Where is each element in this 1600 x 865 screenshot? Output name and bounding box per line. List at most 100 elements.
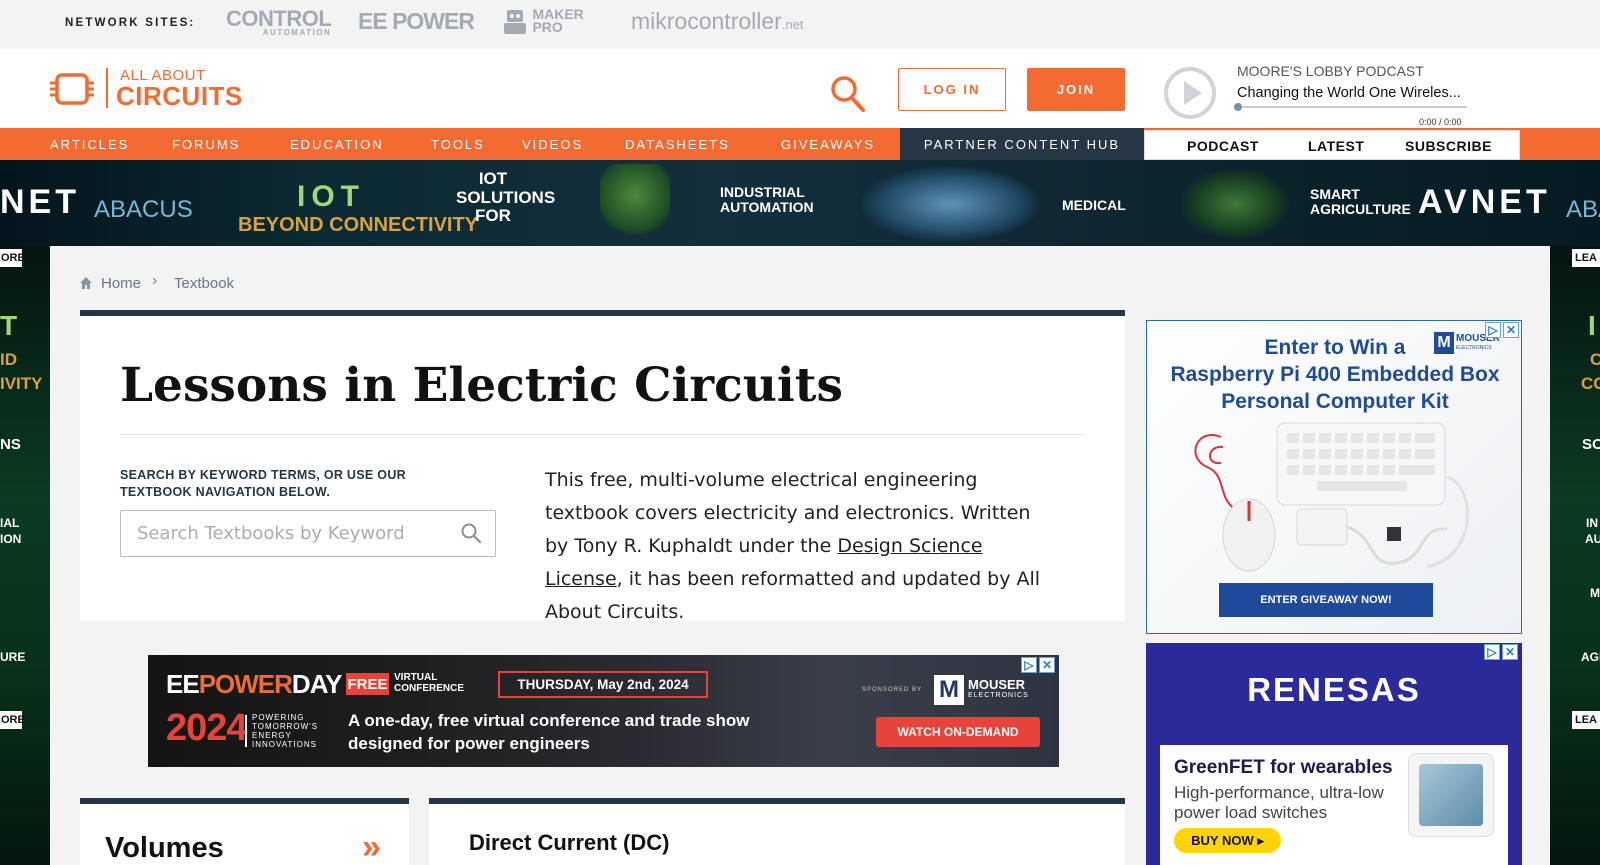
ad-ee-brand: EEPOWERDAY <box>166 669 343 700</box>
ad-renesas-buy-button[interactable]: BUY NOW ▸ <box>1174 828 1281 853</box>
home-icon[interactable] <box>80 277 92 289</box>
wearable-product-image <box>1419 764 1483 826</box>
control-automation-logo[interactable]: CONTROL AUTOMATION <box>226 6 332 37</box>
banner-agri-line2: AGRICULTURE <box>1310 201 1411 218</box>
breadcrumb-home[interactable]: Home <box>101 275 141 292</box>
ad-ee-text: EE <box>166 669 200 699</box>
nav-videos[interactable]: VIDEOS <box>522 137 583 152</box>
banner-avnet-left: NET <box>0 183 80 221</box>
banner-ind-line1: INDUSTRIAL <box>720 184 805 200</box>
rail-left-ns: NS <box>0 436 21 453</box>
join-button[interactable]: JOIN <box>1027 68 1125 111</box>
network-sites-label: NETWORK SITES: <box>65 17 196 29</box>
mouser-logo-icon: M <box>1434 332 1454 354</box>
search-icon[interactable] <box>829 74 867 114</box>
ad-choices-icon[interactable]: ▷ <box>1484 644 1500 660</box>
nav-partner-content-hub[interactable]: PARTNER CONTENT HUB <box>900 128 1144 160</box>
breadcrumb-textbook[interactable]: Textbook <box>174 275 234 292</box>
ad-line1: A one-day, free virtual conference and t… <box>348 711 750 730</box>
ad-renesas-brand: RENESAS <box>1247 671 1421 708</box>
tab-latest[interactable]: LATEST <box>1308 138 1364 154</box>
ad-tag2: TOMORROW'S <box>252 722 319 731</box>
banner-agriculture: SMART AGRICULTURE <box>1310 186 1411 218</box>
volumes-card: Volumes » <box>80 798 409 865</box>
ad-rpi-line3: Personal Computer Kit <box>1221 390 1449 413</box>
desc-part2: , it has been reformatted and updated by… <box>545 568 1041 623</box>
maker-pro-logo[interactable]: MAKER PRO <box>502 6 584 36</box>
podcast-time: 0:00 / 0:00 <box>1419 117 1462 127</box>
rail-right-in: IN <box>1586 516 1598 530</box>
podcast-play-icon[interactable] <box>1163 66 1217 120</box>
ad-free-badge: FREE <box>346 673 389 695</box>
tab-podcast[interactable]: PODCAST <box>1187 138 1259 154</box>
chevron-right-icon: › <box>152 272 158 289</box>
banner-abacus-left: ABACUS <box>94 196 193 223</box>
search-label: SEARCH BY KEYWORD TERMS, OR USE OUR TEXT… <box>120 468 406 499</box>
rail-right-i: I <box>1588 310 1596 341</box>
renesas-ad[interactable]: RENESAS GreenFET for wearables High-perf… <box>1146 643 1522 865</box>
banner-industrial: INDUSTRIAL AUTOMATION <box>720 184 814 216</box>
podcast-label: MOORE'S LOBBY PODCAST <box>1237 63 1424 79</box>
rail-right-so: SO <box>1582 436 1600 453</box>
ad-rpi-mouser-sub: ELECTRONICS <box>1456 345 1492 351</box>
banner-abacus-right: ABA <box>1566 196 1600 223</box>
nav-tools[interactable]: TOOLS <box>431 137 485 152</box>
mikrocontroller-net-text: .net <box>781 17 804 32</box>
rail-left-ure: URE <box>0 650 26 664</box>
raspberry-pi-giveaway-ad[interactable]: Enter to Win a Raspberry Pi 400 Embedded… <box>1146 320 1522 634</box>
logo-divider <box>106 68 108 108</box>
agriculture-illustration <box>1180 168 1290 240</box>
rail-right-c: C <box>1590 350 1600 369</box>
rail-left-t: T <box>0 310 18 341</box>
nav-education[interactable]: EDUCATION <box>290 137 384 152</box>
ee-power-day-ad[interactable]: EEPOWERDAY 2024 POWERING TOMORROW'S ENER… <box>148 655 1059 767</box>
ad-choices-icon[interactable]: ▷ <box>1485 322 1501 338</box>
banner-iot-solutions: IOT SOLUTIONS FOR <box>456 169 555 226</box>
raspberry-pi-kit-image <box>1194 422 1469 572</box>
rail-left-id: ID <box>0 350 17 369</box>
textbook-search-input[interactable] <box>120 510 496 557</box>
left-rail-ad[interactable]: ORE T ID IVITY NS IAL ION URE ORE <box>0 246 50 865</box>
rail-right-tag-top: LEA <box>1572 249 1600 267</box>
ad-mouser: MOUSER <box>968 677 1026 692</box>
ad-close-icon[interactable]: ✕ <box>1039 657 1055 673</box>
nav-forums[interactable]: FORUMS <box>172 137 240 152</box>
rail-left-tag-bottom: ORE <box>0 711 25 729</box>
right-rail-ad[interactable]: LEA I C CON SO IN AU M AGI LEA <box>1550 246 1600 865</box>
podcast-title[interactable]: Changing the World One Wireles... <box>1237 85 1461 101</box>
rail-left-tag-top: ORE <box>0 249 25 267</box>
banner-medical: MEDICAL <box>1062 197 1126 213</box>
banner-ind-line2: AUTOMATION <box>720 199 814 216</box>
rail-right-au: AU <box>1585 532 1600 546</box>
tab-subscribe[interactable]: SUBSCRIBE <box>1405 138 1492 154</box>
login-button[interactable]: LOG IN <box>898 68 1006 111</box>
banner-iot: IOT <box>297 180 365 213</box>
ad-day-text: DAY <box>291 669 343 699</box>
ee-power-logo[interactable]: EE POWER <box>358 8 475 35</box>
robot-icon <box>504 10 526 34</box>
ad-close-icon[interactable]: ✕ <box>1502 644 1518 660</box>
nav-datasheets[interactable]: DATASHEETS <box>625 137 730 152</box>
banner-agri-line1: SMART <box>1310 186 1360 202</box>
search-icon[interactable] <box>460 522 482 544</box>
ad-close-icon[interactable]: ✕ <box>1503 322 1519 338</box>
ad-renesas-title: GreenFET for wearables <box>1174 757 1393 778</box>
mikrocontroller-text: mikrocontroller <box>631 8 782 34</box>
podcast-progress-handle[interactable] <box>1234 103 1242 111</box>
ad-description: A one-day, free virtual conference and t… <box>348 709 750 755</box>
nav-giveaways[interactable]: GIVEAWAYS <box>781 137 875 152</box>
ad-choices-icon[interactable]: ▷ <box>1021 657 1037 673</box>
logo-circuits[interactable]: CIRCUITS <box>116 81 243 112</box>
ad-mouser-sub: ELECTRONICS <box>968 692 1029 699</box>
banner-sol-line3: FOR <box>475 206 511 226</box>
mikrocontroller-logo[interactable]: mikrocontroller.net <box>631 8 804 35</box>
dc-heading[interactable]: Direct Current (DC) <box>469 830 669 856</box>
ad-watch-button[interactable]: WATCH ON-DEMAND <box>876 717 1040 747</box>
podcast-progress-bar[interactable] <box>1237 106 1467 108</box>
nav-articles[interactable]: ARTICLES <box>50 137 129 152</box>
volumes-heading: Volumes <box>105 832 224 864</box>
double-chevron-right-icon[interactable]: » <box>362 828 381 865</box>
chip-logo-icon[interactable] <box>50 70 94 108</box>
ad-rpi-enter-button[interactable]: ENTER GIVEAWAY NOW! <box>1219 583 1433 617</box>
avnet-abacus-banner[interactable]: NET ABACUS IOT BEYOND CONNECTIVITY IOT S… <box>0 160 1600 246</box>
